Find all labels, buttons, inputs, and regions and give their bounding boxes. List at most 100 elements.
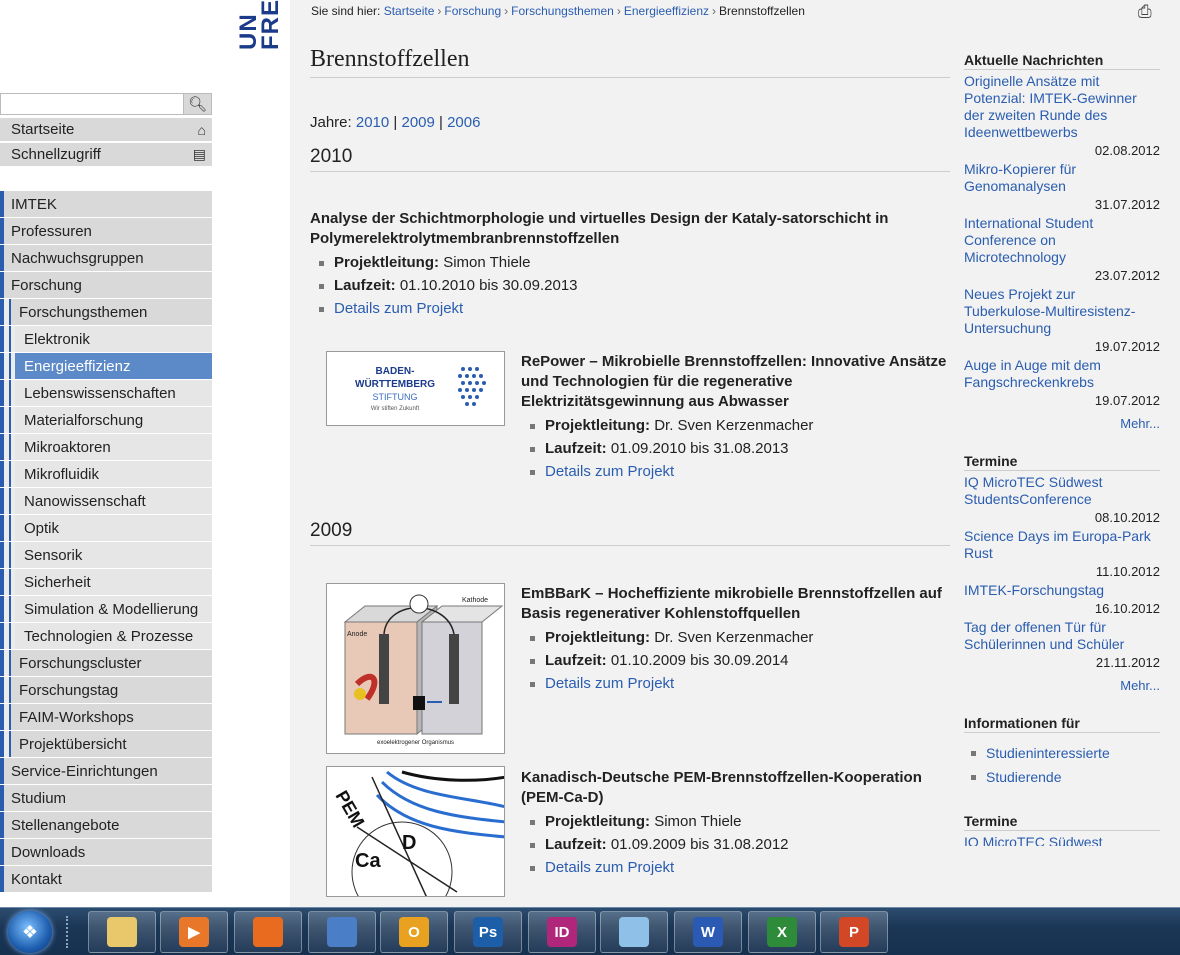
sidebar-item-elektronik[interactable]: Elektronik: [0, 326, 212, 352]
breadcrumb-link-energieeffizienz[interactable]: Energieeffizienz: [624, 4, 709, 18]
excel-taskbar-button[interactable]: X: [748, 911, 816, 953]
sidebar-item-forschungsthemen[interactable]: Forschungsthemen: [0, 299, 212, 325]
sidebar-item-studium[interactable]: Studium: [0, 785, 212, 811]
print-icon[interactable]: ⎙: [1138, 2, 1152, 22]
sidebar-item-sicherheit[interactable]: Sicherheit: [0, 569, 212, 595]
project-details-item: Details zum Projekt: [310, 297, 950, 320]
search-input[interactable]: [0, 93, 184, 115]
year-link-2010[interactable]: 2010: [356, 114, 389, 131]
events-item-link[interactable]: Tag der offenen Tür für Schülerinnen und…: [964, 619, 1160, 653]
sidebar-item-downloads[interactable]: Downloads: [0, 839, 212, 865]
sidebar-item-technologien-prozesse[interactable]: Technologien & Prozesse: [0, 623, 212, 649]
notepad-taskbar-button[interactable]: [600, 911, 668, 953]
quick-link-home[interactable]: Startseite ⌂: [0, 118, 212, 141]
quick-link-label: Startseite: [11, 121, 75, 138]
sidebar-item-label: Forschungscluster: [19, 654, 142, 672]
news-more-link[interactable]: Mehr...: [964, 416, 1160, 431]
project-title: Kanadisch-Deutsche PEM-Brennstoffzellen-…: [521, 769, 922, 806]
project-thumbnail-bw-stiftung[interactable]: BADEN- WÜRTTEMBERG STIFTUNG Wir stiften …: [326, 351, 505, 426]
details-link[interactable]: Details zum Projekt: [545, 859, 674, 876]
sidebar-item-mikroaktoren[interactable]: Mikroaktoren: [0, 434, 212, 460]
sidebar-item-label: Technologien & Prozesse: [24, 627, 194, 645]
logo-text-4: Wir stiften Zukunft: [371, 406, 420, 412]
university-logo[interactable]: UN FRE: [235, 0, 290, 50]
project-thumbnail-pem-cad[interactable]: PEM Ca D: [326, 766, 505, 897]
info-list: Studieninteressierte Studierende: [964, 741, 1160, 789]
details-link[interactable]: Details zum Projekt: [545, 675, 674, 692]
sidebar-item-materialforschung[interactable]: Materialforschung: [0, 407, 212, 433]
info-link-prospective-students[interactable]: Studieninteressierte: [964, 741, 1160, 765]
sidebar-item-imtek[interactable]: IMTEK: [0, 191, 212, 217]
sidebar-item-stellenangebote[interactable]: Stellenangebote: [0, 812, 212, 838]
news-item-link[interactable]: International Student Conference on Micr…: [964, 215, 1160, 266]
news-item-link[interactable]: Neues Projekt zur Tuberkulose-Multiresis…: [964, 286, 1160, 337]
project-entry: Analyse der Schichtmorphologie und virtu…: [310, 209, 950, 320]
sidebar-item-simulation-modellierung[interactable]: Simulation & Modellierung: [0, 596, 212, 622]
logo-line-2: FRE: [257, 0, 284, 50]
duration-value: 01.10.2010 bis 30.09.2013: [399, 277, 578, 294]
breadcrumb-prefix: Sie sind hier:: [311, 4, 381, 18]
events-item-link[interactable]: Science Days im Europa-Park Rust: [964, 528, 1160, 562]
sidebar-item-kontakt[interactable]: Kontakt: [0, 866, 212, 892]
home-icon: ⌂: [197, 121, 206, 138]
news-item-link[interactable]: Originelle Ansätze mit Potenzial: IMTEK-…: [964, 73, 1160, 141]
project-duration: Laufzeit: 01.09.2010 bis 31.08.2013: [521, 437, 951, 460]
news-item-link[interactable]: Auge in Auge mit dem Fangschreckenkrebs: [964, 357, 1160, 391]
sidebar-item-lebenswissenschaften[interactable]: Lebenswissenschaften: [0, 380, 212, 406]
breadcrumb-separator: ›: [437, 4, 442, 18]
sidebar-item-sensorik[interactable]: Sensorik: [0, 542, 212, 568]
year-link-2009[interactable]: 2009: [401, 114, 434, 131]
duration-value: 01.09.2010 bis 31.08.2013: [610, 440, 789, 457]
info-link-students[interactable]: Studierende: [964, 765, 1160, 789]
project-thumbnail-fuel-cell-diagram[interactable]: Anode Kathode exoelektrogener Organismus: [326, 583, 505, 754]
events-item-link[interactable]: IQ MicroTEC Südwest StudentsConference: [964, 474, 1160, 508]
sidebar-item-label: Sensorik: [24, 546, 83, 564]
windows-taskbar: ❖ ▶ O Ps ID W X P: [0, 907, 1180, 955]
duration-label: Laufzeit:: [334, 277, 396, 294]
sidebar-item-nanowissenschaft[interactable]: Nanowissenschaft: [0, 488, 212, 514]
project-entry: EmBBarK – Hocheffiziente mikrobielle Bre…: [521, 584, 951, 695]
events-item-date: 21.11.2012: [1095, 655, 1160, 670]
sidebar-item-service-einrichtungen[interactable]: Service-Einrichtungen: [0, 758, 212, 784]
sidebar-item-faim-workshops[interactable]: FAIM-Workshops: [0, 704, 212, 730]
project-lead: Projektleitung: Simon Thiele: [310, 251, 950, 274]
events-item-link[interactable]: IMTEK-Forschungstag: [964, 582, 1160, 599]
year-link-2006[interactable]: 2006: [447, 114, 480, 131]
firefox-taskbar-button[interactable]: [234, 911, 302, 953]
breadcrumb-link-forschung[interactable]: Forschung: [444, 4, 501, 18]
right-sidebar: Aktuelle Nachrichten Originelle Ansätze …: [964, 52, 1160, 846]
thunderbird-taskbar-button[interactable]: [308, 911, 376, 953]
breadcrumb-link-startseite[interactable]: Startseite: [384, 4, 435, 18]
details-link[interactable]: Details zum Projekt: [334, 300, 463, 317]
duration-label: Laufzeit:: [545, 652, 607, 669]
explorer-taskbar-button[interactable]: [88, 911, 156, 953]
powerpoint-taskbar-button[interactable]: P: [820, 911, 888, 953]
sidebar-item-projektübersicht[interactable]: Projektübersicht: [0, 731, 212, 757]
sidebar-item-forschungstag[interactable]: Forschungstag: [0, 677, 212, 703]
sidebar-item-optik[interactable]: Optik: [0, 515, 212, 541]
sidebar-item-mikrofluidik[interactable]: Mikrofluidik: [0, 461, 212, 487]
word-taskbar-button[interactable]: W: [674, 911, 742, 953]
sidebar-item-forschungscluster[interactable]: Forschungscluster: [0, 650, 212, 676]
excel-icon: X: [767, 917, 797, 947]
lead-name: Dr. Sven Kerzenmacher: [654, 629, 814, 646]
indesign-taskbar-button[interactable]: ID: [528, 911, 596, 953]
quick-link-shortcuts[interactable]: Schnellzugriff ▤: [0, 143, 212, 166]
start-button[interactable]: ❖: [8, 911, 52, 953]
photoshop-taskbar-button[interactable]: Ps: [454, 911, 522, 953]
sidebar-item-nachwuchsgruppen[interactable]: Nachwuchsgruppen: [0, 245, 212, 271]
media-player-taskbar-button[interactable]: ▶: [160, 911, 228, 953]
sidebar-item-energieeffizienz[interactable]: Energieeffizienz: [0, 353, 212, 379]
details-link[interactable]: Details zum Projekt: [545, 463, 674, 480]
sidebar-item-label: Professuren: [11, 222, 92, 240]
events2-first-link[interactable]: IQ MicroTEC Südwest: [964, 834, 1160, 846]
search-button[interactable]: 🔍︎: [184, 93, 212, 115]
events-more-link[interactable]: Mehr...: [964, 678, 1160, 693]
news-item-link[interactable]: Mikro-Kopierer für Genomanalysen: [964, 161, 1160, 195]
sidebar-item-forschung[interactable]: Forschung: [0, 272, 212, 298]
media-player-icon: ▶: [179, 917, 209, 947]
breadcrumb-link-forschungsthemen[interactable]: Forschungsthemen: [511, 4, 614, 18]
sidebar-item-professuren[interactable]: Professuren: [0, 218, 212, 244]
powerpoint-icon: P: [839, 917, 869, 947]
outlook-taskbar-button[interactable]: O: [380, 911, 448, 953]
